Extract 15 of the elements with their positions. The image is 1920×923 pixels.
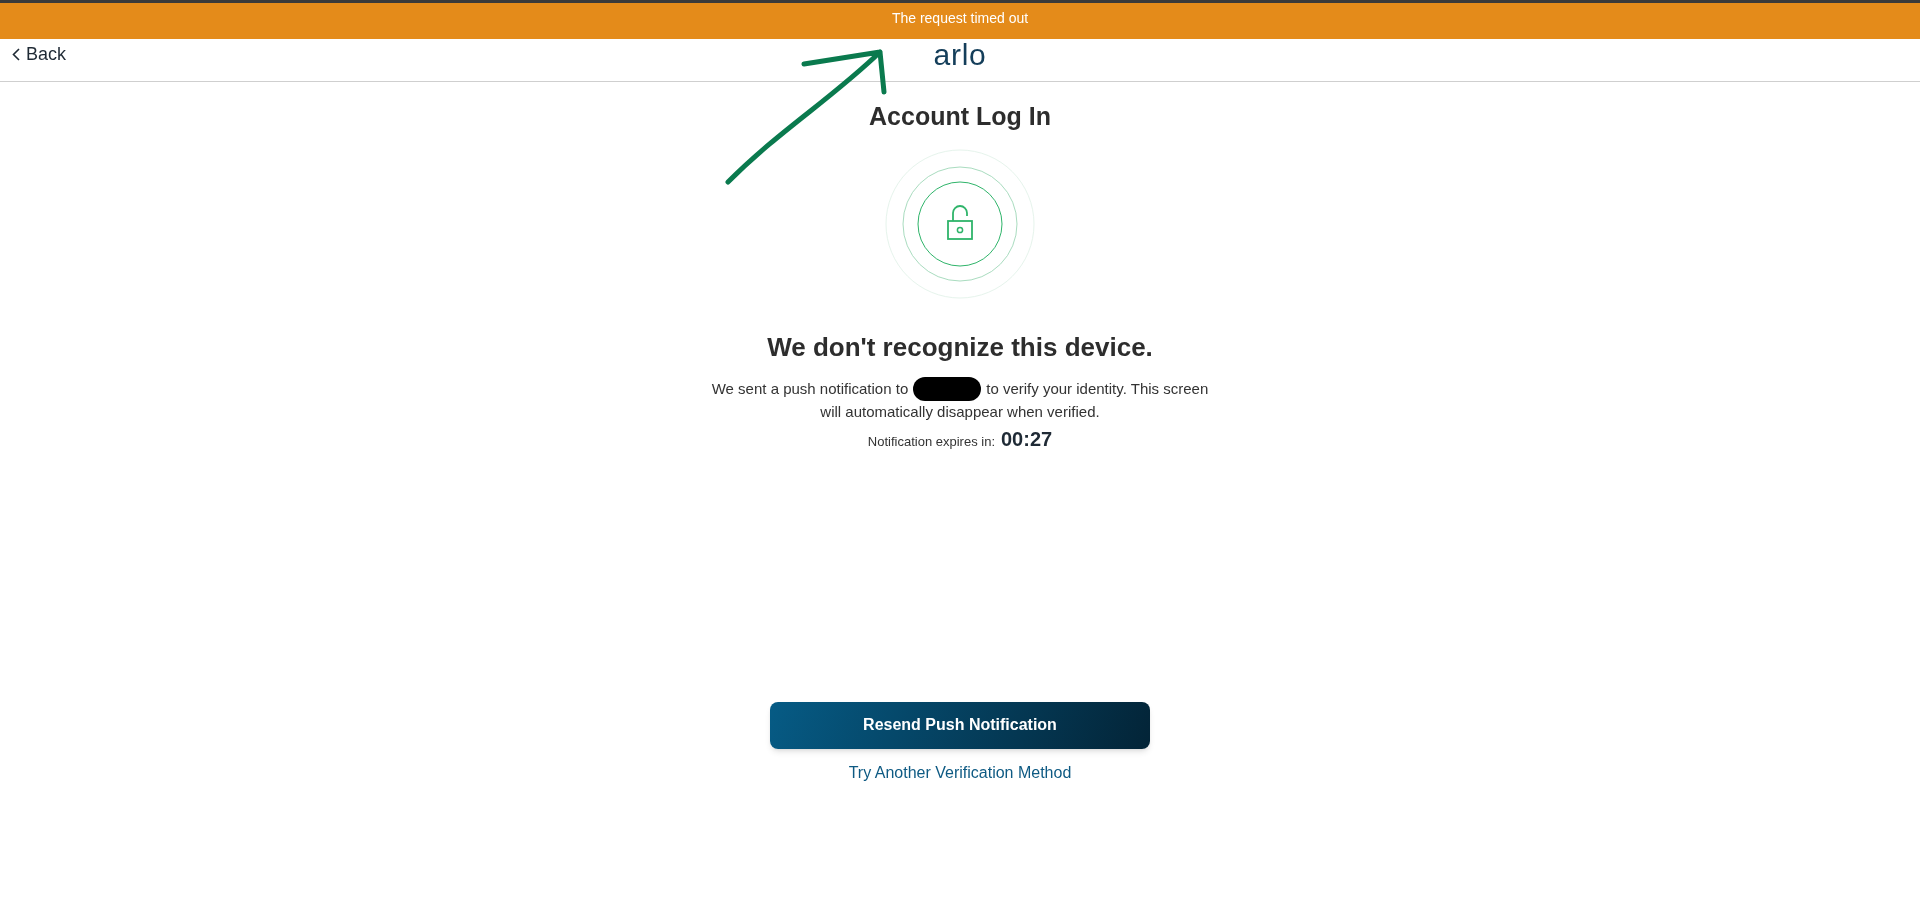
logo: arlo: [933, 39, 987, 71]
page-title: Account Log In: [869, 101, 1051, 132]
chevron-left-icon: [12, 48, 20, 61]
message-text: will automatically disappear when verified.: [820, 401, 1100, 422]
countdown-timer: 00:27: [1001, 426, 1053, 452]
verification-link[interactable]: Try Another Verification Method: [848, 760, 1072, 785]
device-heading: We don't recognize this device.: [767, 330, 1153, 364]
expiry-label: Notification expires in:: [867, 432, 995, 451]
alert-message: The request timed out: [891, 9, 1029, 28]
message-text: We sent a push notification to: [711, 379, 909, 399]
unlocked-padlock-icon: [884, 147, 1036, 300]
redaction-mark: [913, 376, 982, 401]
back-button[interactable]: Back: [12, 41, 67, 68]
resend-button[interactable]: Resend Push Notification: [770, 701, 1150, 749]
message-text: to verify your identity. This screen: [986, 379, 1209, 399]
